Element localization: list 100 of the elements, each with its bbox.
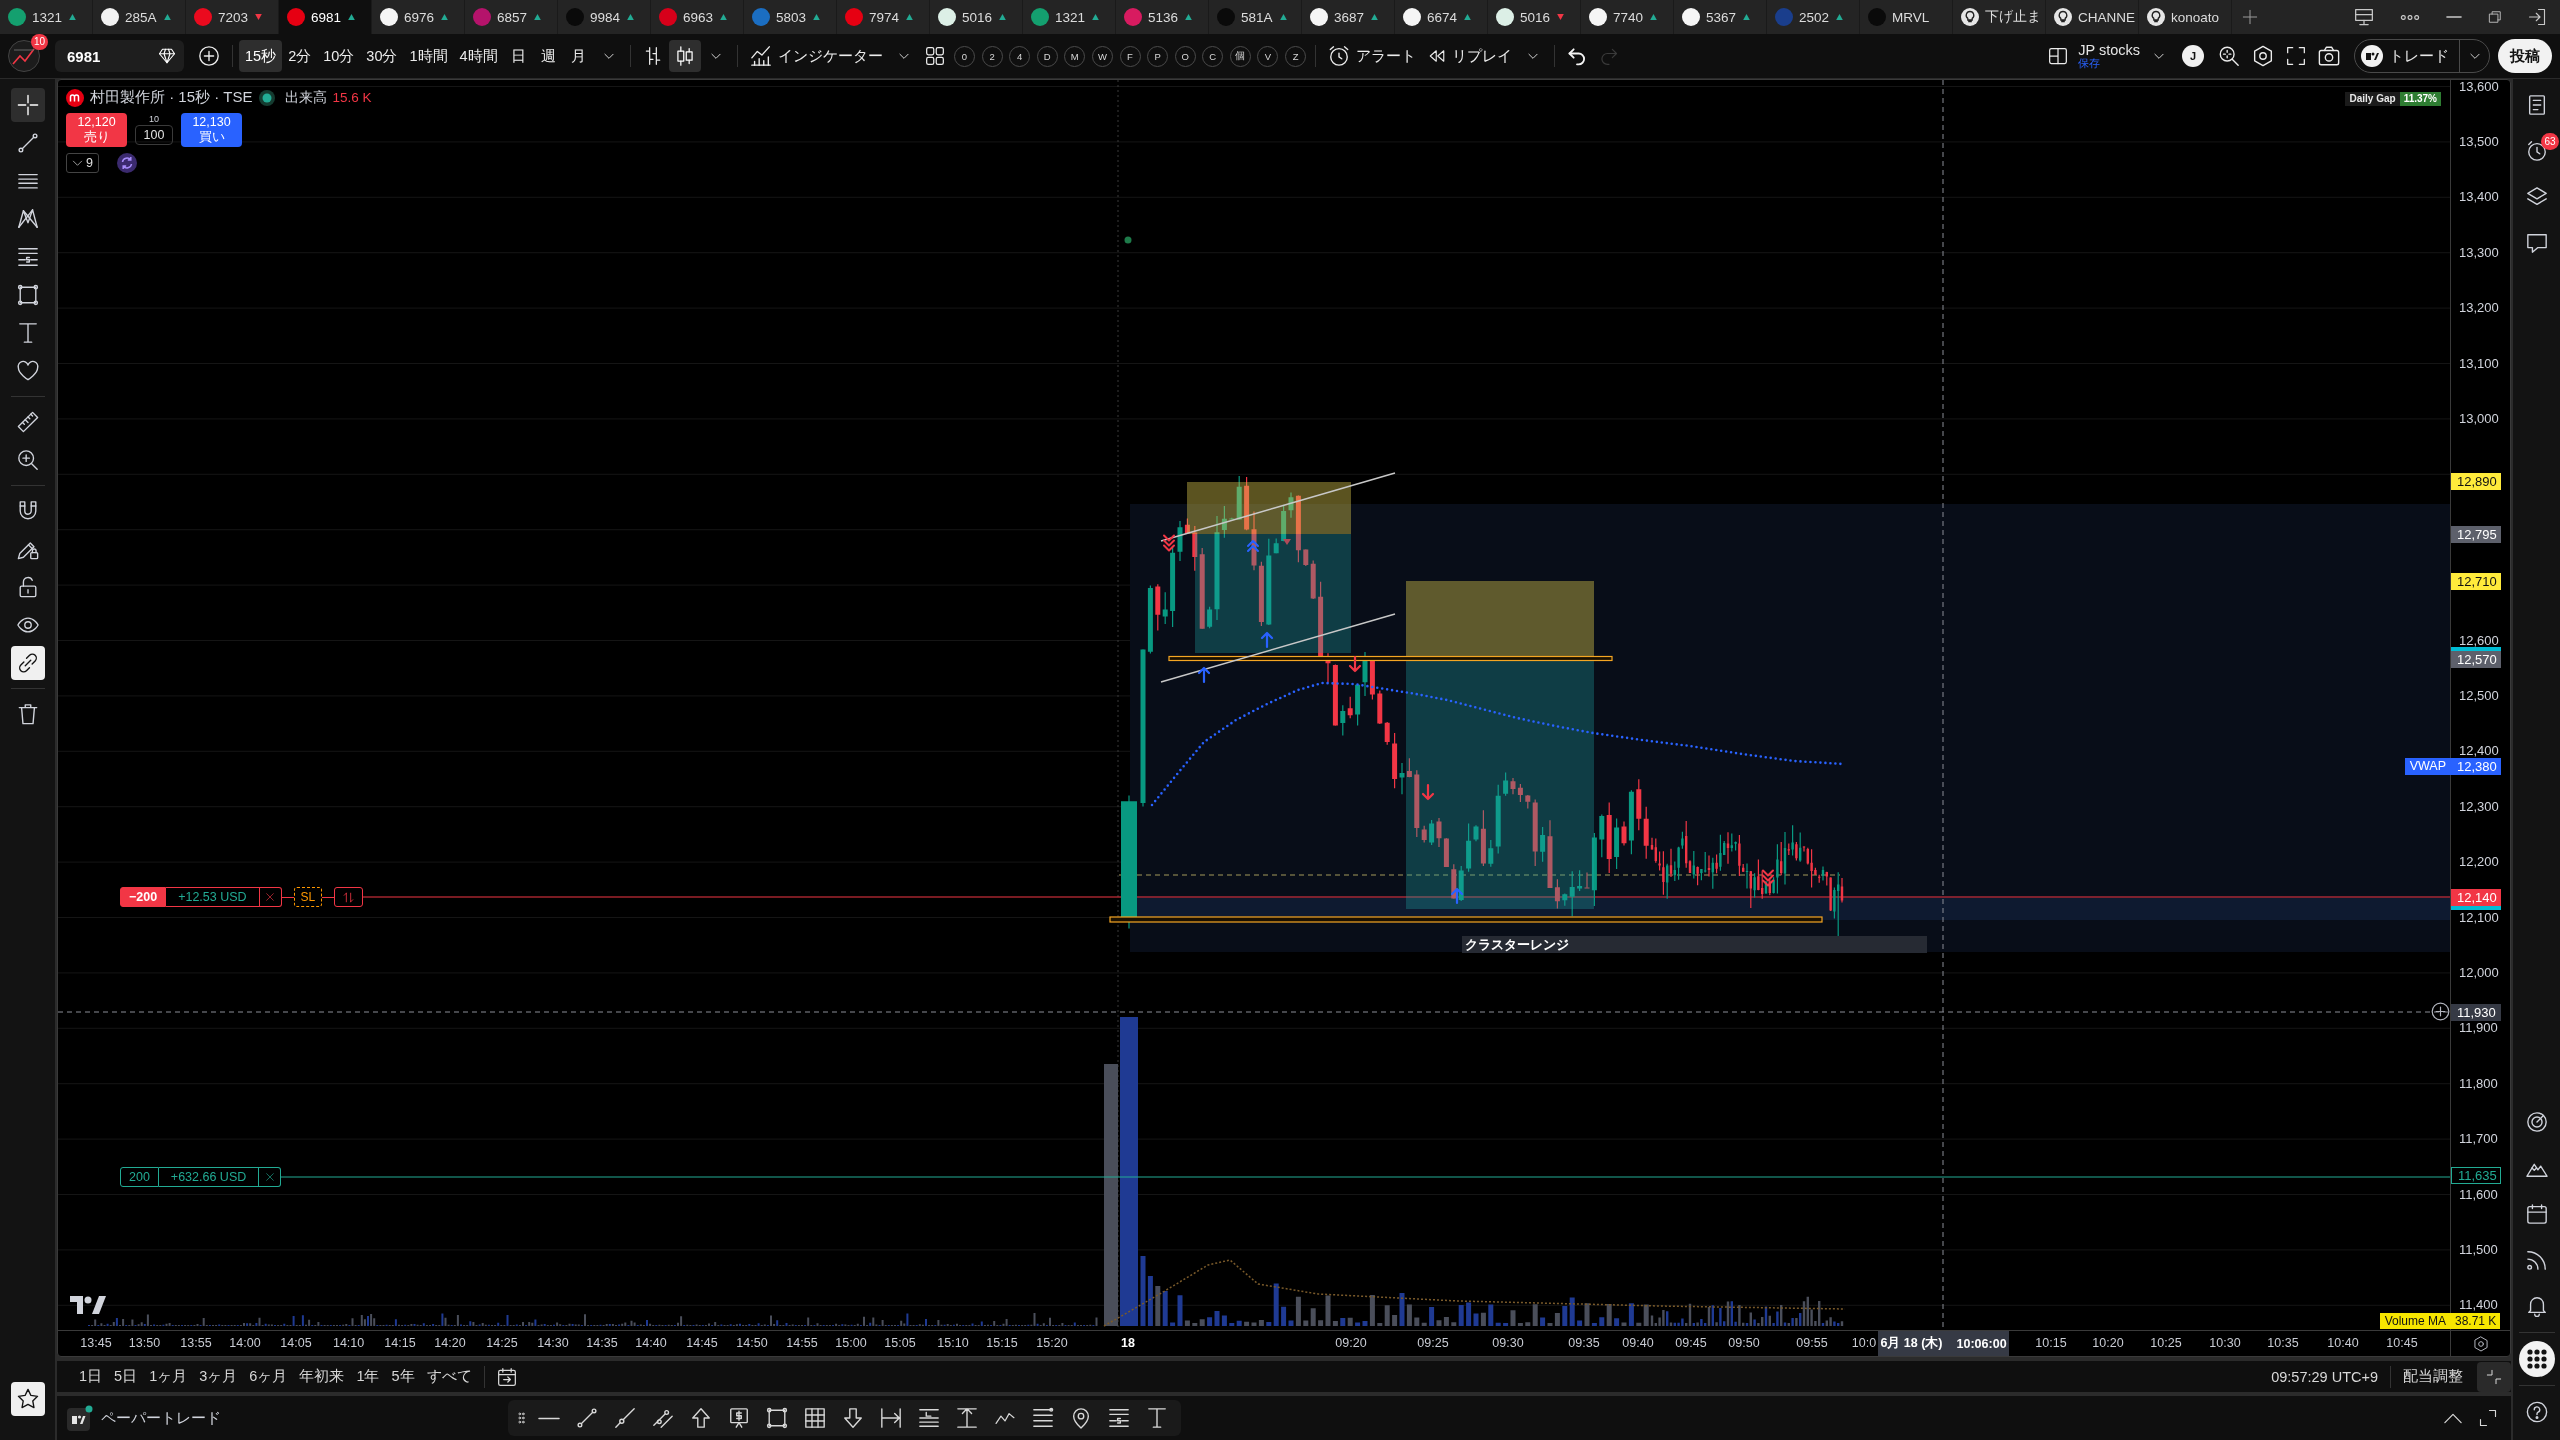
interval-button[interactable]: 週 [533, 40, 564, 72]
interval-button[interactable]: 1時間 [403, 40, 454, 72]
time-tick: 14:40 [635, 1336, 667, 1350]
range-button[interactable]: 6ヶ月 [243, 1362, 294, 1391]
interval-button[interactable]: 4時間 [453, 40, 504, 72]
price-label: 12,140 [2451, 888, 2501, 906]
user-avatar-button[interactable]: J [2182, 45, 2204, 67]
time-tick: 15:15 [986, 1336, 1018, 1350]
date-text: 6月 18 (木) [1880, 1335, 1943, 1352]
chevrons-up-icon [1247, 540, 1259, 552]
expand-panel-button[interactable] [2443, 1411, 2463, 1425]
range-button[interactable]: 3ヶ月 [193, 1362, 244, 1391]
time-tick: 15:20 [1036, 1336, 1068, 1350]
rectangle-icon [766, 1407, 788, 1429]
price-tick: 13,300 [2459, 246, 2499, 259]
indicator-value: 38.71 K [2451, 1313, 2501, 1329]
buy-button[interactable]: 12,130 買い [181, 113, 242, 147]
publish-button[interactable]: 投稿 [2498, 39, 2552, 73]
maximize-button[interactable] [2479, 1409, 2497, 1427]
add-order-button[interactable] [2431, 1002, 2450, 1021]
exit-icon [2528, 8, 2546, 26]
tool-button[interactable] [10, 88, 45, 122]
time-tick: 10:30 [2209, 1336, 2241, 1350]
symbol-tab[interactable]: 6981 [279, 0, 372, 34]
indicators-button[interactable]: インジケーター [743, 40, 889, 72]
down-arrow-icon [1348, 655, 1362, 673]
price-tick: 11,400 [2459, 1299, 2498, 1312]
time-tick: 14:15 [384, 1336, 416, 1350]
sell-button[interactable]: 12,120 売り [66, 113, 127, 147]
price-tick: 12,200 [2459, 856, 2499, 869]
indicator-label: Volume MA [2379, 1313, 2451, 1329]
layout-button[interactable] [2354, 7, 2374, 27]
interval-button[interactable]: 2分 [282, 40, 318, 72]
close-position-button[interactable] [259, 887, 282, 907]
symbol-search-field[interactable]: 6981 [55, 40, 184, 72]
time-tick: 09:40 [1622, 1336, 1654, 1350]
indicator-title: Daily Gap [2345, 92, 2400, 106]
down-triangle-icon [1283, 539, 1291, 545]
price-tick: 13,500 [2459, 135, 2499, 148]
time-tick: 14:50 [736, 1336, 768, 1350]
interval-button[interactable]: 月 [563, 40, 594, 72]
restore-button[interactable] [2488, 10, 2502, 24]
collapse-panel-button[interactable] [2477, 1361, 2511, 1392]
time-tick: 14:45 [686, 1336, 718, 1350]
time-tick: 14:00 [229, 1336, 261, 1350]
price-label: 12,890 [2451, 473, 2501, 490]
interval-button[interactable]: 15秒 [239, 40, 283, 72]
lightbulb-icon [1961, 8, 1979, 26]
price-range-icon [956, 1407, 978, 1429]
time-tick: 09:25 [1417, 1336, 1449, 1350]
more-dots-icon [2400, 14, 2420, 20]
range-button[interactable]: 1日 [73, 1362, 109, 1391]
more-button[interactable] [2400, 14, 2420, 20]
chart-style-button[interactable] [668, 40, 701, 72]
replay-button[interactable]: リプレイ [1422, 40, 1519, 72]
alerts-button[interactable]: 63 [2516, 131, 2557, 171]
stop-loss-button[interactable]: SL [293, 887, 323, 907]
favorites-button[interactable] [10, 1382, 45, 1416]
time-tick: 10:20 [2092, 1336, 2124, 1350]
interval-button[interactable]: 30分 [360, 40, 404, 72]
time-tick: 09:50 [1728, 1336, 1760, 1350]
range-button[interactable]: すべて [420, 1362, 478, 1391]
tool-button[interactable] [10, 646, 45, 680]
interval-button[interactable]: 10分 [317, 40, 361, 72]
crosshair-price-label: 11,930 [2451, 1003, 2501, 1021]
target-icon [2525, 1111, 2548, 1133]
indicator-value: 11.37% [2399, 92, 2441, 106]
eye-icon [16, 614, 39, 636]
rectangle-icon [16, 284, 39, 306]
ruler-icon [16, 411, 39, 433]
range-button[interactable]: 5年 [385, 1362, 421, 1391]
maximize-icon [2479, 1409, 2497, 1427]
price-tick: 11,800 [2459, 1077, 2498, 1090]
time-tick: 15:05 [884, 1336, 916, 1350]
arrow-up-icon [690, 1407, 712, 1429]
profit-text: +12.53 USD [166, 887, 260, 907]
spread-value: 10 [149, 113, 159, 125]
range-button[interactable]: 1ヶ月 [143, 1362, 194, 1391]
range-button[interactable]: 年初来 [293, 1362, 351, 1391]
layout-menu-button[interactable]: JP stocks 保存 [2074, 42, 2144, 70]
collapse-legend-button[interactable]: 9 [66, 153, 99, 173]
range-button[interactable]: 5日 [108, 1362, 144, 1391]
apps-grid-icon [2518, 1341, 2555, 1377]
time-tick: 09:30 [1492, 1336, 1524, 1350]
reverse-position-button[interactable] [334, 887, 364, 907]
exit-button[interactable] [2528, 8, 2546, 26]
price-tick: 11,600 [2459, 1188, 2498, 1201]
range-button[interactable]: 1年 [350, 1362, 386, 1391]
alert-button[interactable]: アラート [1322, 40, 1423, 72]
interval-button[interactable]: 日 [503, 40, 534, 72]
bell-icon [2525, 1295, 2548, 1317]
axis-settings-button[interactable] [2472, 1335, 2489, 1352]
zoom-in-icon [16, 449, 39, 471]
panel-tab[interactable]: ペーパートレード [101, 1408, 221, 1428]
time-tick: 14:20 [434, 1336, 466, 1350]
up-arrow-icon [1197, 666, 1211, 684]
price-label: 12,710 [2451, 573, 2501, 590]
adjustment-button[interactable]: 配当調整 [2397, 1362, 2469, 1391]
apps-button[interactable] [2516, 1339, 2557, 1379]
quantity-field[interactable]: 100 [135, 125, 173, 145]
